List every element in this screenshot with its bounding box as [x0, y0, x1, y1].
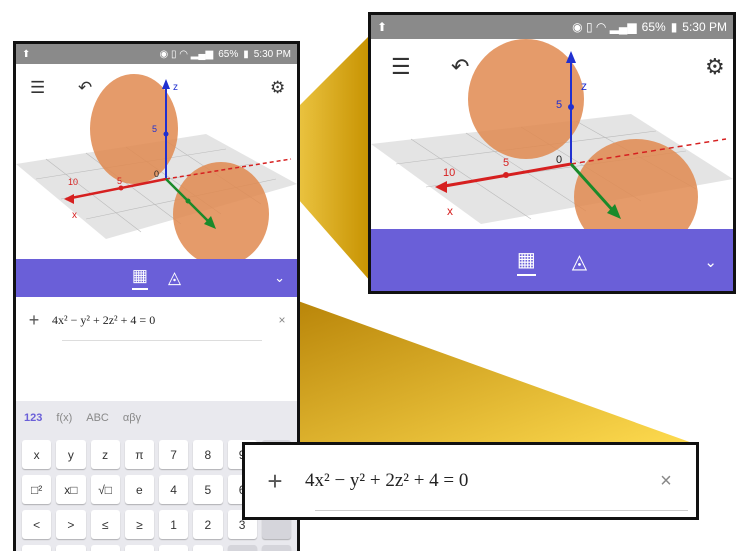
- key[interactable]: 4: [159, 475, 189, 504]
- status-bar: ⬆ ◉ ▯ ◠ ▂▄▆ 65% ▮ 5:30 PM: [16, 44, 297, 64]
- input-underline: [315, 510, 688, 511]
- algebra-input[interactable]: 4x² − y² + 2z² + 4 = 0: [52, 313, 267, 328]
- chevron-down-icon[interactable]: ⌄: [274, 270, 285, 286]
- battery-text: 65%: [218, 48, 239, 60]
- key[interactable]: |□|: [90, 545, 120, 551]
- key[interactable]: 7: [159, 440, 189, 469]
- gear-icon[interactable]: ⚙: [270, 78, 285, 98]
- calculator-icon[interactable]: ▦: [131, 266, 148, 290]
- kb-tab-greek[interactable]: αβγ: [123, 412, 141, 424]
- axis-label-z: z: [173, 82, 178, 93]
- key[interactable]: □²: [22, 475, 52, 504]
- key[interactable]: z: [90, 440, 120, 469]
- key[interactable]: √□: [90, 475, 120, 504]
- key[interactable]: 1: [159, 510, 189, 539]
- axis-label-z: z: [581, 79, 587, 93]
- tick-x-5: 5: [117, 176, 123, 186]
- kb-tab-fx[interactable]: f(x): [56, 412, 72, 424]
- key[interactable]: <: [22, 510, 52, 539]
- graphics-3d-view[interactable]: z 5 0 10 5 x ☰ ↶ ⚙: [16, 64, 297, 266]
- undo-icon[interactable]: ↶: [451, 54, 469, 80]
- clock: 5:30 PM: [682, 20, 727, 34]
- kb-tab-123[interactable]: 123: [24, 412, 42, 424]
- status-bar: ⬆ ◉ ▯ ◠ ▂▄▆ 65% ▮ 5:30 PM: [371, 15, 733, 39]
- key[interactable]: >: [56, 510, 86, 539]
- key[interactable]: 8: [193, 440, 223, 469]
- key[interactable]: ≥: [124, 510, 154, 539]
- key[interactable]: 0: [159, 545, 189, 551]
- gear-icon[interactable]: ⚙: [705, 54, 725, 80]
- upload-icon: ⬆: [377, 20, 388, 34]
- axis-label-x: x: [72, 210, 77, 221]
- keyboard-tabs: 123 f(x) ABC αβγ: [16, 401, 297, 434]
- zoom-panel-input: + 4x² − y² + 2z² + 4 = 0 ×: [242, 442, 699, 520]
- input-underline: [62, 340, 262, 341]
- kb-tab-abc[interactable]: ABC: [86, 412, 109, 424]
- key[interactable]: e: [124, 475, 154, 504]
- key[interactable]: .: [193, 545, 223, 551]
- chevron-down-icon[interactable]: ⌄: [704, 253, 717, 271]
- signal-icons: ◉ ▯ ◠ ▂▄▆: [159, 48, 214, 60]
- zoom-panel-graphics: ⬆ ◉ ▯ ◠ ▂▄▆ 65% ▮ 5:30 PM z 5 0 10 5 x ☰…: [368, 12, 736, 294]
- key[interactable]: 5: [193, 475, 223, 504]
- signal-icons: ◉ ▯ ◠ ▂▄▆: [572, 20, 637, 34]
- graphics-3d-view[interactable]: z 5 0 10 5 x ☰ ↶ ⚙: [371, 39, 733, 255]
- key[interactable]: ≤: [90, 510, 120, 539]
- upload-icon: ⬆: [22, 48, 31, 60]
- view-tabs-bar: ▦ ◬ ⌄: [371, 229, 733, 291]
- clock: 5:30 PM: [253, 48, 291, 60]
- graph-svg: [371, 39, 733, 255]
- hamburger-menu-icon[interactable]: ☰: [30, 78, 45, 98]
- tick-z-5: 5: [556, 99, 563, 111]
- key[interactable]: ): [56, 545, 86, 551]
- key[interactable]: 2: [193, 510, 223, 539]
- tick-x-5: 5: [503, 157, 510, 169]
- key[interactable]: (: [22, 545, 52, 551]
- tick-x-10: 10: [68, 177, 79, 187]
- cursor-left-key[interactable]: <: [227, 545, 257, 551]
- algebra-input[interactable]: 4x² − y² + 2z² + 4 = 0: [305, 470, 636, 492]
- key[interactable]: x□: [56, 475, 86, 504]
- key[interactable]: y: [56, 440, 86, 469]
- clear-input-button[interactable]: ×: [636, 470, 696, 493]
- enter-key[interactable]: ↵: [261, 545, 291, 551]
- add-input-button[interactable]: +: [245, 466, 305, 497]
- undo-icon[interactable]: ↶: [78, 78, 92, 98]
- battery-text: 65%: [641, 20, 666, 34]
- axis-label-x: x: [447, 204, 453, 218]
- calculator-icon[interactable]: ▦: [516, 247, 536, 276]
- hamburger-menu-icon[interactable]: ☰: [391, 54, 411, 80]
- key[interactable]: π: [124, 440, 154, 469]
- geometry-tools-icon[interactable]: ◬: [572, 249, 587, 274]
- view-tabs-bar: ▦ ◬ ⌄: [16, 259, 297, 297]
- geometry-tools-icon[interactable]: ◬: [168, 268, 181, 288]
- graph-svg: [16, 74, 297, 266]
- algebra-input-row: + 4x² − y² + 2z² + 4 = 0 ×: [16, 297, 297, 343]
- tick-origin: 0: [556, 154, 563, 166]
- key[interactable]: ,: [124, 545, 154, 551]
- add-input-button[interactable]: +: [16, 310, 52, 331]
- battery-icon: ▮: [243, 48, 249, 60]
- key[interactable]: x: [22, 440, 52, 469]
- tick-origin: 0: [154, 169, 160, 179]
- battery-icon: ▮: [670, 20, 678, 34]
- clear-input-button[interactable]: ×: [267, 313, 297, 327]
- tick-x-10: 10: [443, 167, 456, 179]
- tick-z-5: 5: [152, 124, 158, 134]
- callout-bottom: [245, 283, 698, 445]
